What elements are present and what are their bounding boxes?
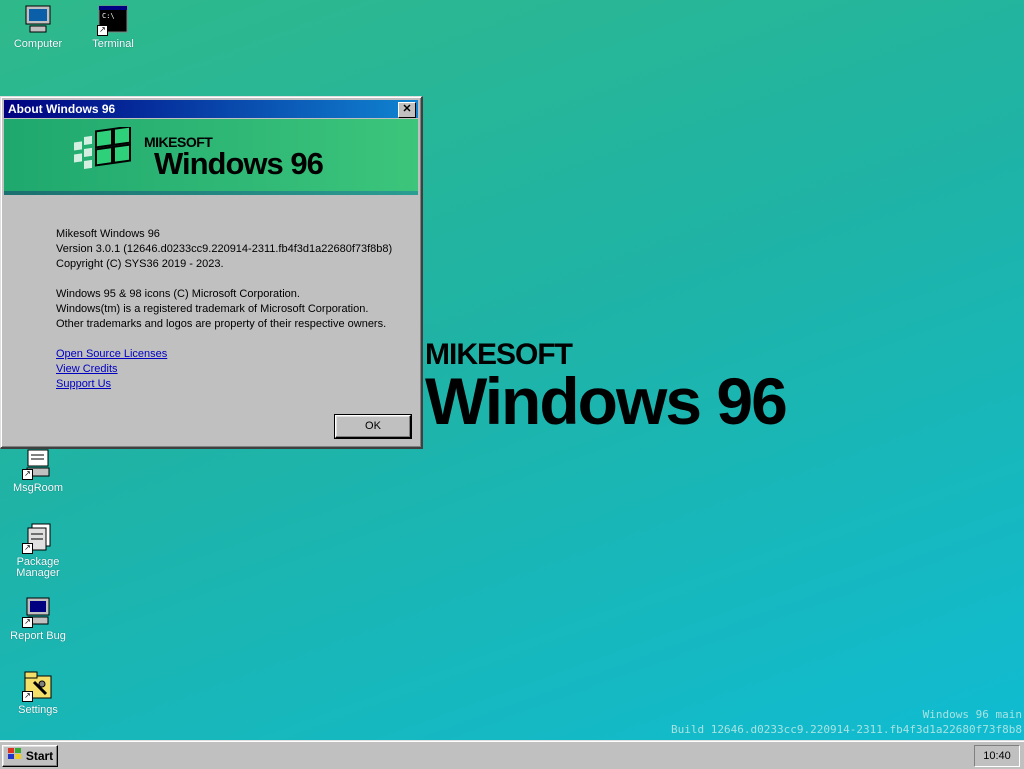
computer-icon: [22, 4, 54, 36]
windows-logo-icon: [7, 747, 23, 767]
msgroom-icon: ↗: [22, 448, 54, 480]
shortcut-arrow-icon: ↗: [97, 25, 108, 36]
open-source-licenses-link[interactable]: Open Source Licenses: [56, 347, 392, 362]
desktop-icon-label: Settings: [18, 704, 58, 716]
svg-text:C:\: C:\: [102, 12, 115, 20]
terminal-icon: C:\ ↗: [97, 4, 129, 36]
legal-line: Windows(tm) is a registered trademark of…: [56, 303, 369, 315]
banner-stripe: [4, 191, 418, 195]
desktop-icon-report-bug[interactable]: ↗ Report Bug: [0, 596, 76, 642]
desktop-icon-label: Package Manager: [16, 556, 60, 579]
system-tray-clock[interactable]: 10:40: [974, 745, 1020, 767]
desktop-icon-label: MsgRoom: [12, 482, 64, 494]
legal-line: Other trademarks and logos are property …: [56, 318, 387, 330]
about-dialog: About Windows 96 ✕ MIKESOFT Windows 96 M…: [0, 96, 423, 449]
taskbar: Start 10:40: [0, 740, 1024, 769]
desktop: MIKESOFT Windows 96 Windows 96 main Buil…: [0, 0, 1024, 740]
package-icon: ↗: [22, 522, 54, 554]
desktop-icon-msgroom[interactable]: ↗ MsgRoom: [0, 448, 76, 494]
report-bug-icon: ↗: [22, 596, 54, 628]
shortcut-arrow-icon: ↗: [22, 617, 33, 628]
desktop-icon-settings[interactable]: ↗ Settings: [0, 670, 76, 716]
product-name: Mikesoft Windows 96: [56, 228, 160, 240]
build-watermark: Windows 96 main Build 12646.d0233cc9.220…: [671, 707, 1022, 737]
copyright-text: Copyright (C) SYS36 2019 - 2023.: [56, 258, 224, 270]
support-us-link[interactable]: Support Us: [56, 377, 392, 392]
start-label: Start: [25, 749, 54, 763]
wallpaper-logo: MIKESOFT Windows 96: [425, 340, 788, 438]
shortcut-arrow-icon: ↗: [22, 691, 33, 702]
legal-line: Windows 95 & 98 icons (C) Microsoft Corp…: [56, 288, 300, 300]
start-button[interactable]: Start: [2, 745, 58, 767]
about-banner: MIKESOFT Windows 96: [4, 119, 418, 191]
desktop-icon-computer[interactable]: Computer: [0, 4, 76, 50]
desktop-icon-label: Report Bug: [10, 630, 66, 642]
version-text: Version 3.0.1 (12646.d0233cc9.220914-231…: [56, 243, 393, 255]
desktop-icon-label: Terminal: [92, 38, 134, 50]
wallpaper-brand-line2: Windows 96: [425, 364, 788, 438]
watermark-line2: Build 12646.d0233cc9.220914-2311.fb4f3d1…: [671, 723, 1022, 736]
window-title: About Windows 96: [8, 102, 116, 116]
windows-logo-icon: [74, 127, 131, 170]
settings-icon: ↗: [22, 670, 54, 702]
view-credits-link[interactable]: View Credits: [56, 362, 392, 377]
close-button[interactable]: ✕: [398, 102, 416, 118]
banner-brand-line2: Windows 96: [154, 146, 324, 181]
ok-button[interactable]: OK: [334, 414, 412, 439]
desktop-icon-terminal[interactable]: C:\ ↗ Terminal: [75, 4, 151, 50]
desktop-icon-label: Computer: [13, 38, 63, 50]
shortcut-arrow-icon: ↗: [22, 543, 33, 554]
watermark-line1: Windows 96 main: [922, 708, 1022, 721]
shortcut-arrow-icon: ↗: [22, 469, 33, 480]
about-content: Mikesoft Windows 96 Version 3.0.1 (12646…: [56, 227, 392, 392]
title-bar[interactable]: About Windows 96 ✕: [4, 100, 418, 118]
desktop-icon-package-manager[interactable]: ↗ Package Manager: [0, 522, 76, 579]
